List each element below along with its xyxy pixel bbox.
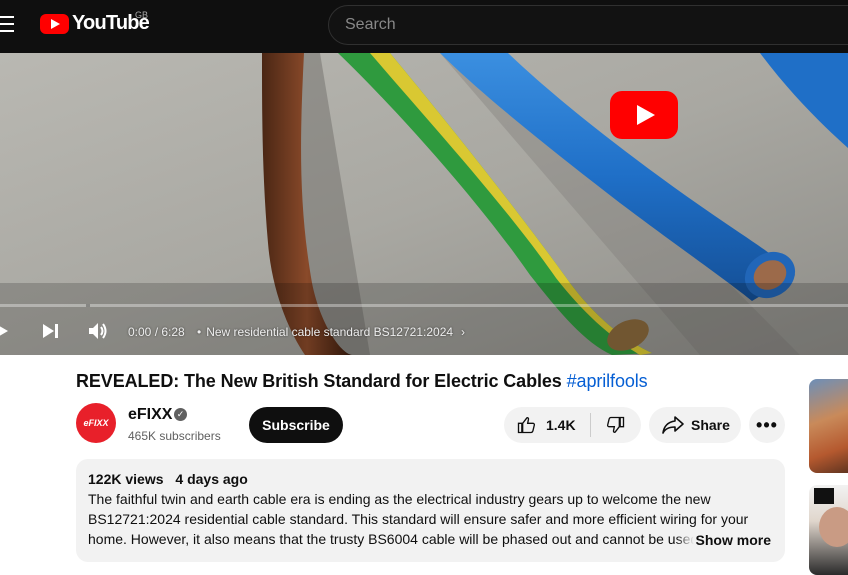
menu-icon[interactable] [0, 16, 14, 32]
share-icon [662, 416, 684, 434]
description-text: The faithful twin and earth cable era is… [88, 491, 749, 547]
subscribe-button[interactable]: Subscribe [249, 407, 343, 443]
video-frame [0, 53, 848, 355]
progress-bar[interactable] [0, 304, 848, 307]
description-box[interactable]: 122K views 4 days ago The faithful twin … [76, 459, 785, 562]
like-dislike-group: 1.4K [504, 407, 641, 443]
like-button[interactable]: 1.4K [504, 407, 590, 443]
region-code: GB [135, 10, 149, 20]
verified-icon: ✓ [174, 408, 187, 421]
channel-avatar[interactable]: eFIXX [76, 403, 116, 443]
view-count: 122K views [88, 471, 164, 487]
share-button[interactable]: Share [649, 407, 741, 443]
recommended-thumbnail[interactable] [809, 379, 848, 473]
thumbs-up-icon [517, 417, 536, 434]
like-count: 1.4K [546, 417, 576, 433]
video-title-text: REVEALED: The New British Standard for E… [76, 371, 562, 391]
recommended-thumbnail[interactable] [809, 485, 848, 575]
subscriber-count: 465K subscribers [128, 429, 221, 443]
thumbs-down-icon [606, 416, 625, 433]
chapter-title[interactable]: • New residential cable standard BS12721:… [197, 325, 465, 339]
hashtag-link[interactable]: #aprilfools [567, 371, 648, 391]
search-box[interactable] [328, 5, 848, 45]
player-controls: 0:00 / 6:28 • New residential cable stand… [0, 315, 848, 347]
dislike-button[interactable] [591, 407, 641, 443]
share-label: Share [691, 417, 730, 433]
chapter-label: New residential cable standard BS12721:2… [206, 325, 454, 339]
thumbnail-face [819, 507, 848, 547]
upload-age: 4 days ago [175, 471, 248, 487]
more-actions-button[interactable]: ••• [749, 407, 785, 443]
chevron-right-icon: › [461, 325, 466, 339]
thumbnail-badge [814, 488, 834, 504]
time-display: 0:00 / 6:28 [128, 325, 185, 339]
video-player[interactable]: 0:00 / 6:28 • New residential cable stand… [0, 53, 848, 355]
more-icon: ••• [756, 414, 778, 435]
show-more-button[interactable]: Show more [675, 532, 771, 548]
search-input[interactable] [329, 6, 848, 44]
play-icon[interactable] [0, 321, 12, 344]
youtube-logo[interactable]: YouTube [40, 12, 150, 35]
next-icon[interactable] [42, 321, 60, 344]
video-title: REVEALED: The New British Standard for E… [76, 371, 648, 392]
chapter-marker [86, 304, 90, 307]
volume-icon[interactable] [88, 321, 110, 344]
description-meta: 122K views 4 days ago [88, 471, 773, 487]
masthead: YouTube GB [0, 0, 848, 53]
channel-name[interactable]: eFIXX [128, 406, 172, 424]
youtube-logo-icon [40, 13, 69, 34]
play-overlay-button[interactable] [610, 91, 678, 139]
